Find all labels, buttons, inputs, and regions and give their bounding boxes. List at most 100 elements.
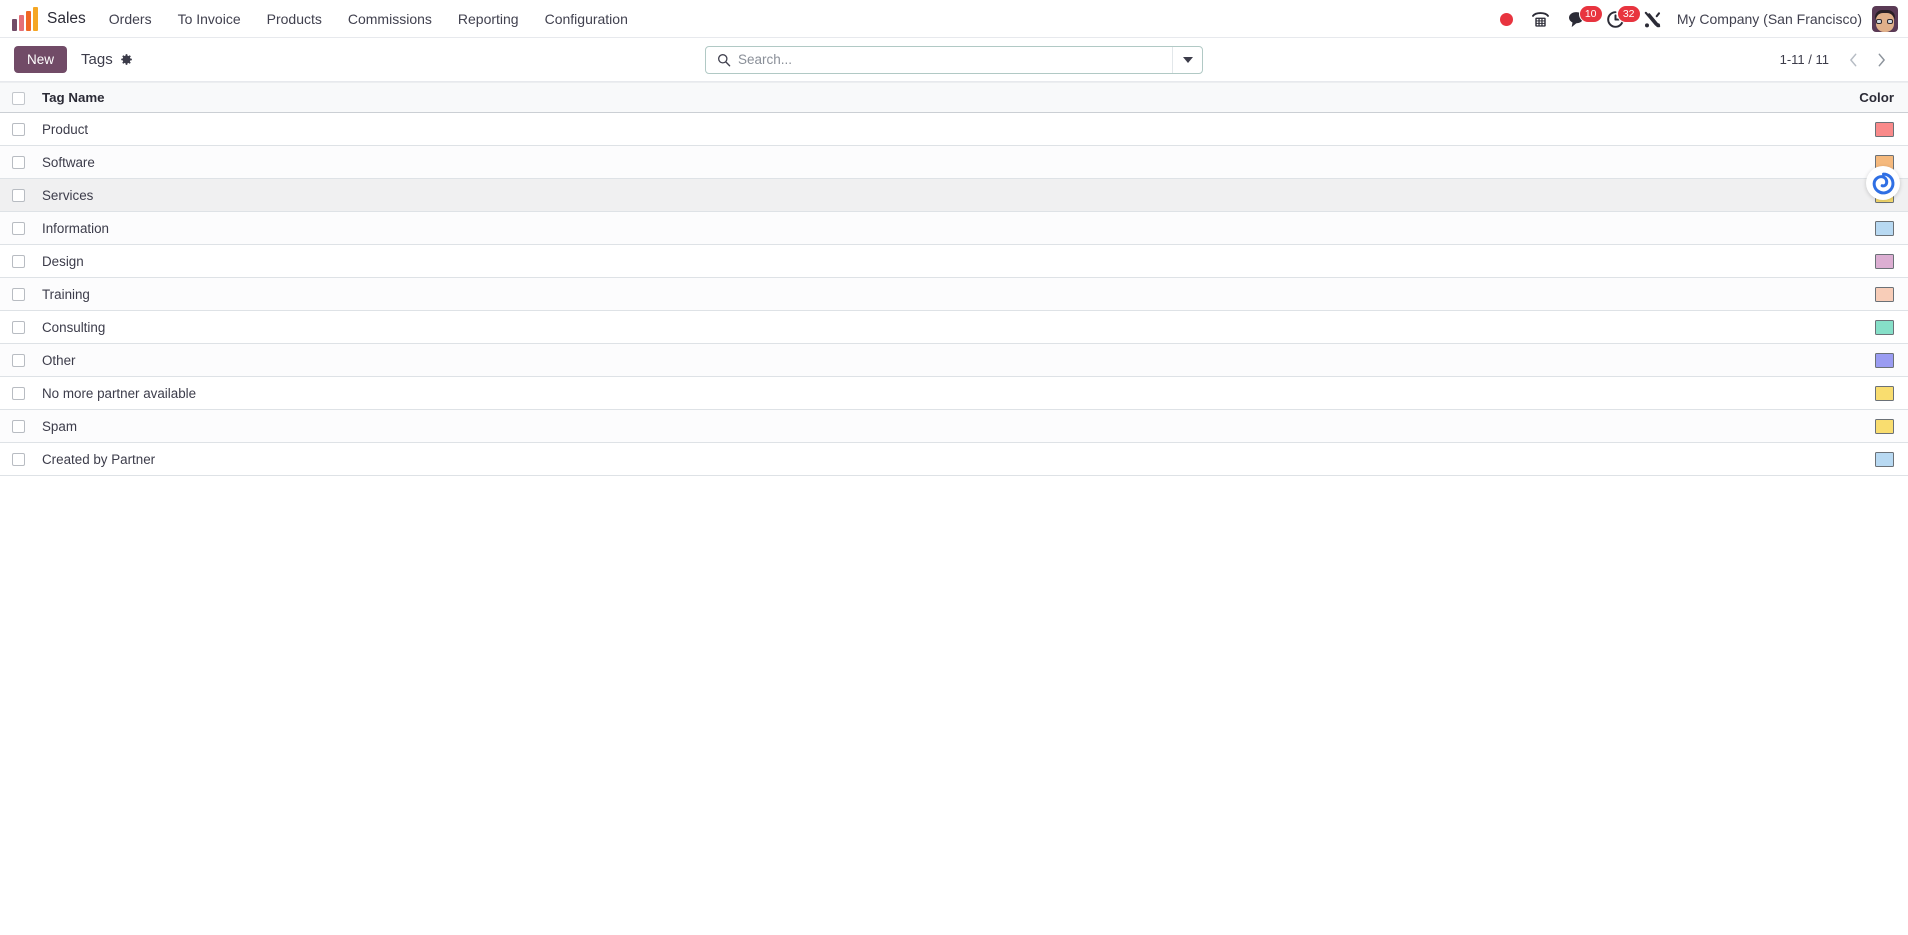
menu-configuration[interactable]: Configuration [532, 2, 641, 36]
row-checkbox[interactable] [12, 123, 25, 137]
new-button[interactable]: New [14, 46, 68, 73]
presence-indicator[interactable] [1491, 0, 1522, 38]
gear-icon[interactable] [120, 53, 133, 66]
dialpad-icon [1531, 11, 1549, 27]
row-select-cell [0, 310, 36, 344]
page-body: Tag Name Color Product Software Services In… [0, 82, 1908, 476]
table-row[interactable]: Training [0, 277, 1908, 311]
cell-color[interactable] [1488, 442, 1908, 476]
row-checkbox[interactable] [12, 222, 25, 236]
menu-reporting[interactable]: Reporting [445, 2, 532, 36]
color-swatch[interactable] [1875, 121, 1894, 137]
cell-color[interactable] [1488, 112, 1908, 146]
row-checkbox[interactable] [12, 255, 25, 269]
menu-products[interactable]: Products [254, 2, 335, 36]
table-row[interactable]: Consulting [0, 310, 1908, 344]
color-swatch[interactable] [1875, 352, 1894, 368]
cell-tag-name[interactable]: Software [36, 145, 1488, 179]
table-row[interactable]: Services [0, 178, 1908, 212]
cell-tag-name[interactable]: Consulting [36, 310, 1488, 344]
row-checkbox[interactable] [12, 288, 25, 302]
table-row[interactable]: Information [0, 211, 1908, 245]
cell-color[interactable] [1488, 211, 1908, 245]
search-icon [706, 53, 738, 67]
cell-color[interactable] [1488, 343, 1908, 377]
spiral-widget-button[interactable] [1866, 166, 1900, 200]
cell-tag-name[interactable]: Spam [36, 409, 1488, 443]
dialpad-button[interactable] [1522, 0, 1559, 38]
messages-button[interactable]: 10 [1559, 0, 1603, 38]
menu-commissions[interactable]: Commissions [335, 2, 445, 36]
table-row[interactable]: Software [0, 145, 1908, 179]
chevron-down-icon [1182, 56, 1193, 63]
control-panel: New Tags 1-11 / 11 [0, 38, 1908, 82]
select-all-checkbox[interactable] [12, 91, 25, 105]
red-dot-icon [1499, 12, 1513, 26]
row-checkbox[interactable] [12, 321, 25, 335]
cell-color[interactable] [1488, 310, 1908, 344]
debug-tools-button[interactable] [1634, 0, 1671, 38]
pager-next-button[interactable] [1868, 47, 1894, 73]
spiral-icon [1872, 172, 1894, 194]
color-swatch[interactable] [1875, 319, 1894, 335]
color-swatch[interactable] [1875, 451, 1894, 467]
row-select-cell [0, 343, 36, 377]
pager-previous-button[interactable] [1840, 47, 1866, 73]
cell-tag-name[interactable]: Product [36, 112, 1488, 146]
chevron-right-icon [1878, 53, 1885, 66]
top-navbar: Sales Orders To Invoice Products Commiss… [0, 0, 1908, 38]
row-checkbox[interactable] [12, 387, 25, 401]
tags-list-view: Tag Name Color Product Software Services In… [0, 82, 1908, 476]
pager-value[interactable]: 1-11 / 11 [1780, 52, 1829, 67]
cell-color[interactable] [1488, 145, 1908, 179]
cell-color[interactable] [1488, 244, 1908, 278]
row-checkbox[interactable] [12, 189, 25, 203]
row-select-cell [0, 409, 36, 443]
row-checkbox[interactable] [12, 420, 25, 434]
row-select-cell [0, 442, 36, 476]
menu-to-invoice[interactable]: To Invoice [165, 2, 254, 36]
user-avatar[interactable] [1872, 6, 1898, 32]
cell-tag-name[interactable]: Other [36, 343, 1488, 377]
cell-color[interactable] [1488, 277, 1908, 311]
row-checkbox[interactable] [12, 453, 25, 467]
table-row[interactable]: Created by Partner [0, 442, 1908, 476]
cell-tag-name[interactable]: Training [36, 277, 1488, 311]
color-swatch[interactable] [1875, 253, 1894, 269]
cell-color[interactable] [1488, 409, 1908, 443]
tools-icon [1644, 11, 1661, 27]
cell-tag-name[interactable]: Information [36, 211, 1488, 245]
color-swatch[interactable] [1875, 286, 1894, 302]
header-row: Tag Name Color [0, 82, 1908, 113]
color-swatch[interactable] [1875, 385, 1894, 401]
cell-color[interactable] [1488, 376, 1908, 410]
color-swatch[interactable] [1875, 220, 1894, 236]
header-color[interactable]: Color [1488, 82, 1908, 113]
row-select-cell [0, 112, 36, 146]
header-tag-name[interactable]: Tag Name [36, 82, 1488, 113]
table-header: Tag Name Color [0, 82, 1908, 113]
search-dropdown-toggle[interactable] [1172, 46, 1202, 73]
table-row[interactable]: Design [0, 244, 1908, 278]
cell-tag-name[interactable]: Design [36, 244, 1488, 278]
table-row[interactable]: Other [0, 343, 1908, 377]
row-checkbox[interactable] [12, 354, 25, 368]
table-row[interactable]: Spam [0, 409, 1908, 443]
color-swatch[interactable] [1875, 418, 1894, 434]
cell-tag-name[interactable]: No more partner available [36, 376, 1488, 410]
search-input[interactable] [738, 46, 1172, 73]
app-name-sales[interactable]: Sales [47, 10, 96, 28]
sales-bars-logo[interactable] [12, 6, 38, 31]
table-row[interactable]: Product [0, 112, 1908, 146]
pager: 1-11 / 11 [1780, 47, 1894, 73]
activities-button[interactable]: 32 [1597, 0, 1641, 38]
company-switcher[interactable]: My Company (San Francisco) [1671, 11, 1872, 27]
cell-tag-name[interactable]: Created by Partner [36, 442, 1488, 476]
avatar-glasses-left [1876, 19, 1882, 24]
cell-tag-name[interactable]: Services [36, 178, 1488, 212]
row-checkbox[interactable] [12, 156, 25, 170]
menu-orders[interactable]: Orders [96, 2, 165, 36]
row-select-cell [0, 277, 36, 311]
cell-color[interactable] [1488, 178, 1908, 212]
table-row[interactable]: No more partner available [0, 376, 1908, 410]
